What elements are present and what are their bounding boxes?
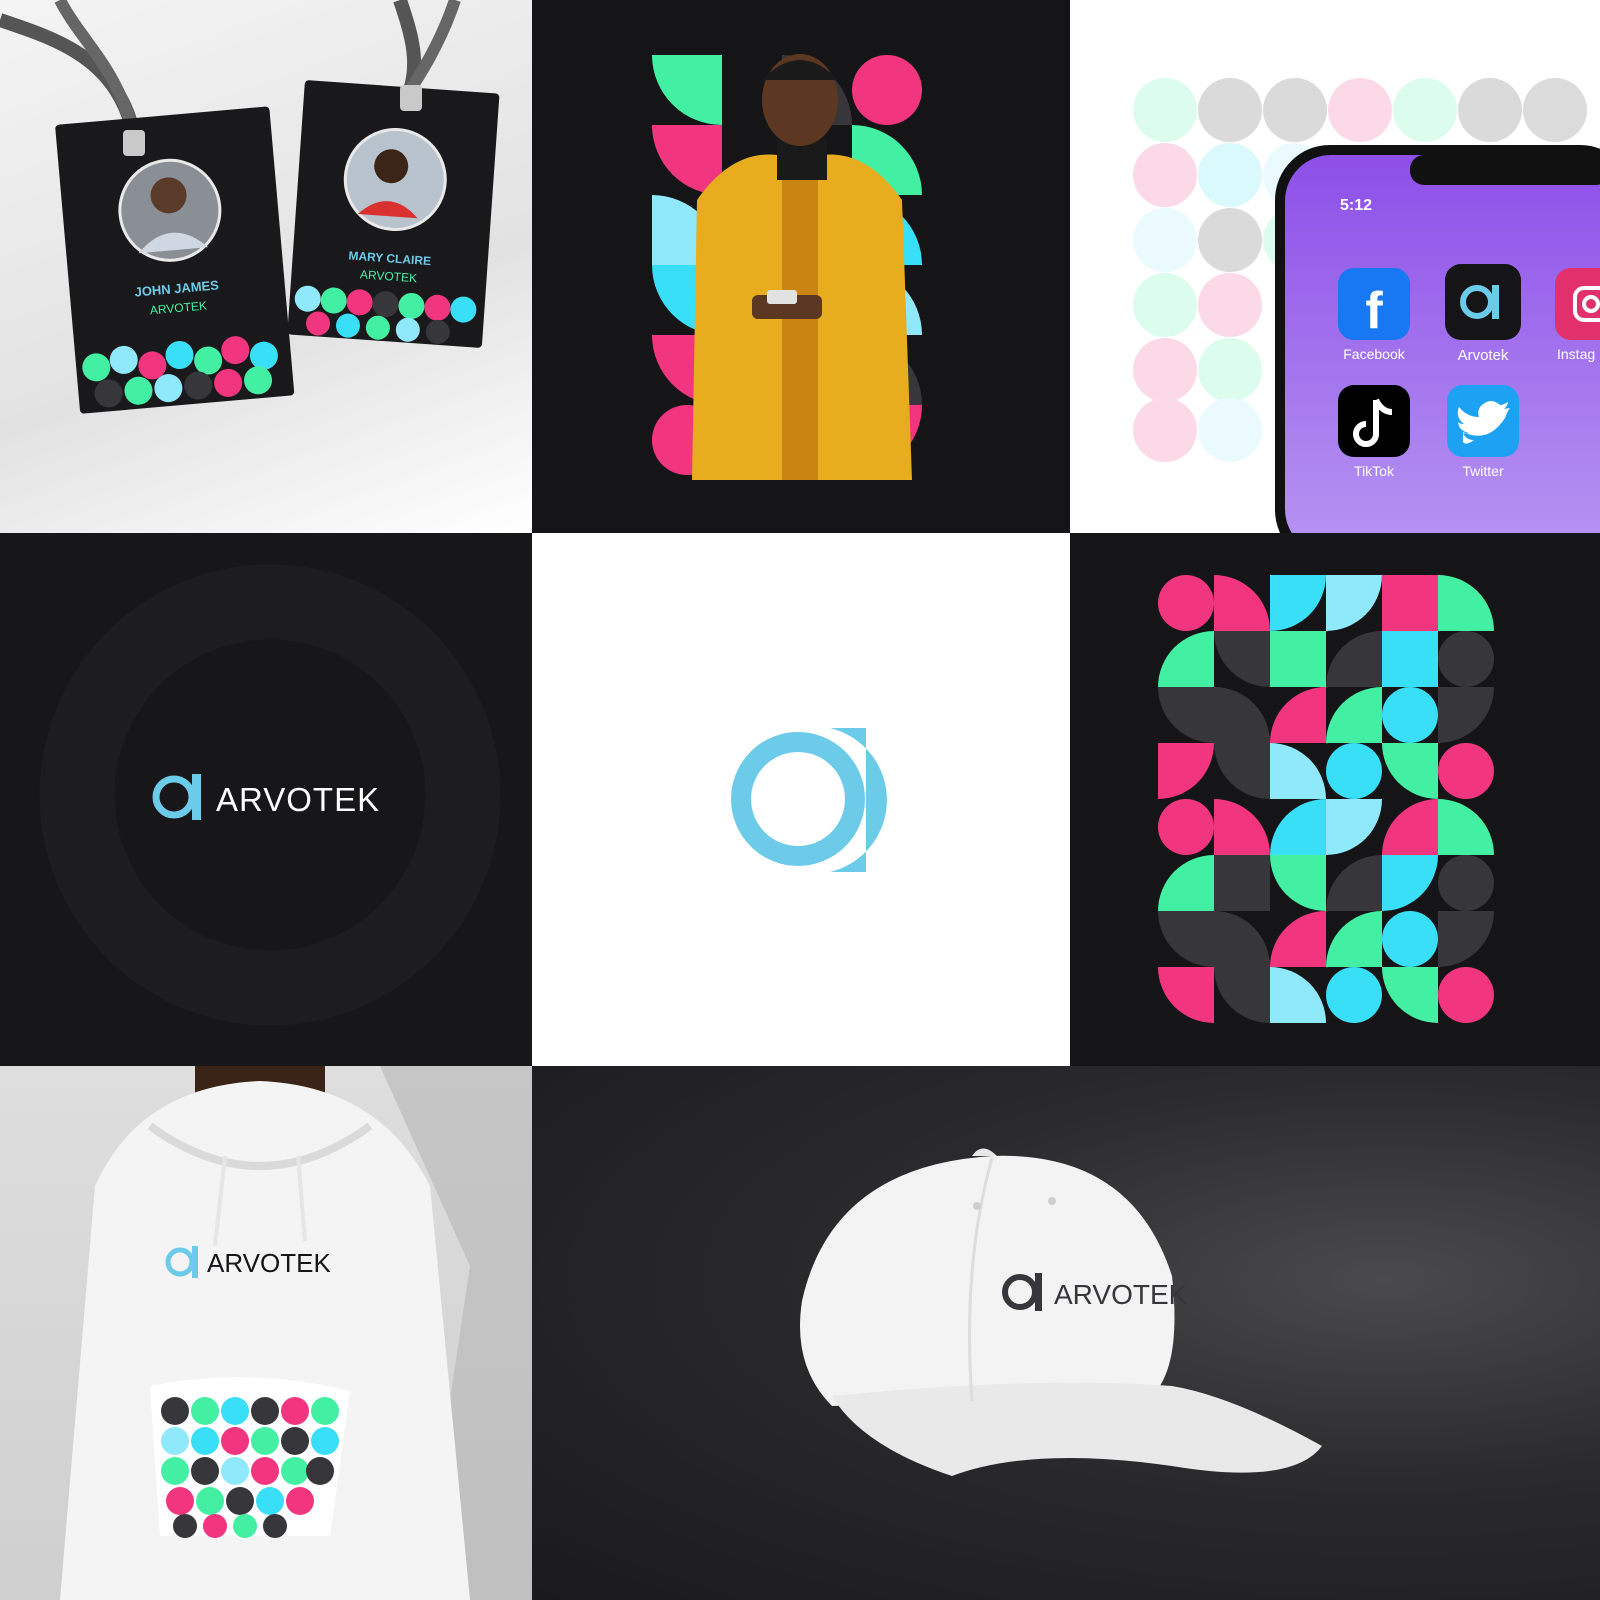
phone-screen	[1285, 155, 1600, 533]
cap-scene: ARVOTEK	[800, 1148, 1322, 1476]
logo-dark-lockup: ARVOTEK	[0, 533, 532, 1066]
arvotek-logo-icon	[152, 774, 201, 820]
badge-clip	[123, 130, 145, 156]
hoodie-pocket-pattern	[150, 1377, 350, 1538]
app-label: Twitter	[1462, 463, 1504, 479]
app-facebook[interactable]: f Facebook	[1338, 268, 1410, 362]
hoodie-scene: ARVOTEK	[60, 1066, 532, 1600]
arvotek-logo-icon	[731, 728, 887, 872]
pattern-grid	[1158, 575, 1494, 1023]
hoodie-wordmark: ARVOTEK	[207, 1248, 331, 1278]
id-badges-mockup: JOHN JAMES ARVOTEK MARY CLAIRE ARVOTEK	[0, 0, 532, 533]
cap	[800, 1148, 1322, 1476]
svg-text:f: f	[1365, 282, 1383, 340]
logo-wordmark: ARVOTEK	[216, 781, 380, 818]
badge-mary: MARY CLAIRE ARVOTEK	[287, 80, 500, 348]
logo-dark-scene: ARVOTEK	[39, 564, 501, 1026]
phone-homescreen-mockup: 5:12 f Facebook Arvotek Instag TikTok Tw…	[1070, 0, 1600, 533]
cap-wordmark: ARVOTEK	[1054, 1279, 1188, 1310]
status-time: 5:12	[1340, 197, 1372, 214]
logo-mark-on-white	[532, 533, 1070, 1066]
app-instagram[interactable]: Instag	[1555, 268, 1600, 362]
badge-clip	[400, 85, 422, 111]
app-label: TikTok	[1354, 463, 1395, 479]
app-label: Instag	[1557, 346, 1595, 362]
arvotek-logo-icon[interactable]	[1445, 264, 1521, 340]
instagram-icon[interactable]	[1555, 268, 1600, 340]
badge-john: JOHN JAMES ARVOTEK	[55, 106, 295, 414]
phone-scene: 5:12 f Facebook Arvotek Instag TikTok Tw…	[1133, 78, 1600, 533]
person-pattern-photo	[532, 0, 1070, 533]
brand-pattern	[1070, 533, 1600, 1066]
phone-notch	[1410, 155, 1600, 185]
cap-mockup: ARVOTEK	[532, 1066, 1600, 1600]
app-label: Facebook	[1343, 346, 1405, 362]
phone-in-hand	[767, 290, 797, 304]
app-label: Arvotek	[1458, 347, 1509, 364]
badges-scene: JOHN JAMES ARVOTEK MARY CLAIRE ARVOTEK	[0, 0, 500, 414]
logo-mark-scene	[731, 728, 887, 872]
hoodie-mockup: ARVOTEK	[0, 1066, 532, 1600]
person-scene	[652, 54, 922, 480]
